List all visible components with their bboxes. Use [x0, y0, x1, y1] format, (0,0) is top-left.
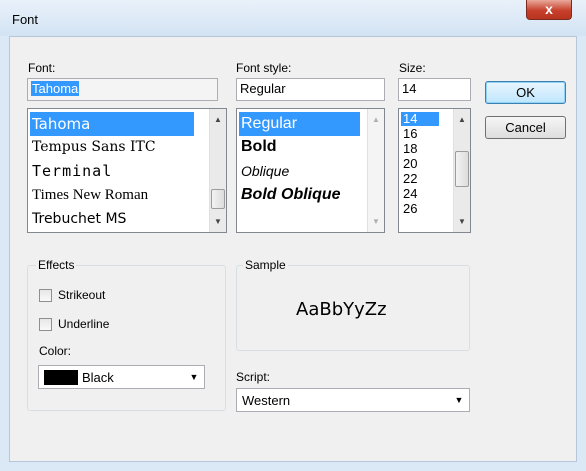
scroll-thumb[interactable]: [455, 151, 469, 187]
script-select[interactable]: Western ▼: [236, 388, 470, 412]
font-style-item[interactable]: Bold: [239, 135, 360, 159]
font-list-item[interactable]: Tempus Sans ITC: [30, 135, 194, 159]
scroll-down-icon[interactable]: ▼: [368, 213, 384, 230]
font-style-item[interactable]: Regular: [239, 112, 360, 136]
size-item[interactable]: 24: [401, 187, 439, 201]
script-label: Script:: [236, 370, 271, 384]
chevron-down-icon[interactable]: ▼: [451, 391, 467, 409]
font-style-input[interactable]: Regular: [236, 78, 385, 101]
font-list-item[interactable]: Terminal: [30, 159, 194, 183]
close-icon: x: [545, 1, 553, 17]
color-select[interactable]: Black ▼: [38, 365, 205, 389]
size-input[interactable]: 14: [398, 78, 471, 101]
font-style-scrollbar[interactable]: ▲ ▼: [367, 109, 384, 232]
cancel-button[interactable]: Cancel: [485, 116, 566, 139]
font-style-label: Font style:: [236, 61, 292, 75]
font-style-item[interactable]: Oblique: [239, 159, 360, 183]
effects-group: [27, 265, 226, 411]
size-item[interactable]: 14: [401, 112, 439, 126]
strikeout-label[interactable]: Strikeout: [58, 288, 105, 302]
font-name-input[interactable]: Tahoma: [27, 78, 218, 101]
window-title: Font: [12, 12, 39, 27]
font-list-item[interactable]: Tahoma: [30, 112, 194, 136]
size-label: Size:: [399, 61, 426, 75]
font-style-item[interactable]: Bold Oblique: [239, 183, 360, 207]
color-swatch: [44, 370, 78, 385]
effects-title: Effects: [36, 258, 77, 272]
strikeout-checkbox[interactable]: [39, 289, 52, 302]
size-list[interactable]: 14 16 18 20 22 24 26 ▲ ▼: [398, 108, 471, 233]
sample-title: Sample: [243, 258, 288, 272]
size-item[interactable]: 20: [401, 157, 439, 171]
font-label: Font:: [28, 61, 56, 75]
scroll-down-icon[interactable]: ▼: [210, 213, 226, 230]
color-label: Color:: [39, 344, 72, 358]
dialog-body: Font: Tahoma Tahoma Tempus Sans ITC Term…: [9, 36, 577, 462]
font-list-item[interactable]: Times New Roman: [30, 183, 194, 207]
color-value: Black: [82, 370, 114, 385]
ok-button[interactable]: OK: [485, 81, 566, 104]
font-dialog: Font x Font: Tahoma Tahoma Tempus Sans I…: [0, 0, 586, 471]
underline-checkbox[interactable]: [39, 318, 52, 331]
title-bar[interactable]: Font x: [0, 0, 586, 36]
scroll-down-icon[interactable]: ▼: [454, 213, 470, 230]
size-list-scrollbar[interactable]: ▲ ▼: [453, 109, 470, 232]
script-value: Western: [242, 393, 291, 408]
size-item[interactable]: 26: [401, 202, 439, 216]
font-list-item[interactable]: Trebuchet MS: [30, 207, 194, 231]
font-name-value: Tahoma: [31, 81, 80, 96]
size-item[interactable]: 18: [401, 142, 439, 156]
scroll-up-icon[interactable]: ▲: [210, 111, 226, 128]
chevron-down-icon[interactable]: ▼: [186, 368, 202, 386]
scroll-thumb[interactable]: [211, 189, 225, 209]
size-item[interactable]: 16: [401, 127, 439, 141]
scroll-up-icon[interactable]: ▲: [454, 111, 470, 128]
size-item[interactable]: 22: [401, 172, 439, 186]
font-list-scrollbar[interactable]: ▲ ▼: [209, 109, 226, 232]
font-list[interactable]: Tahoma Tempus Sans ITC Terminal Times Ne…: [27, 108, 227, 233]
font-style-list[interactable]: Regular Bold Oblique Bold Oblique ▲ ▼: [236, 108, 385, 233]
sample-text: AaBbYyZz: [296, 299, 387, 320]
scroll-up-icon[interactable]: ▲: [368, 111, 384, 128]
close-button[interactable]: x: [526, 0, 572, 20]
underline-label[interactable]: Underline: [58, 317, 109, 331]
